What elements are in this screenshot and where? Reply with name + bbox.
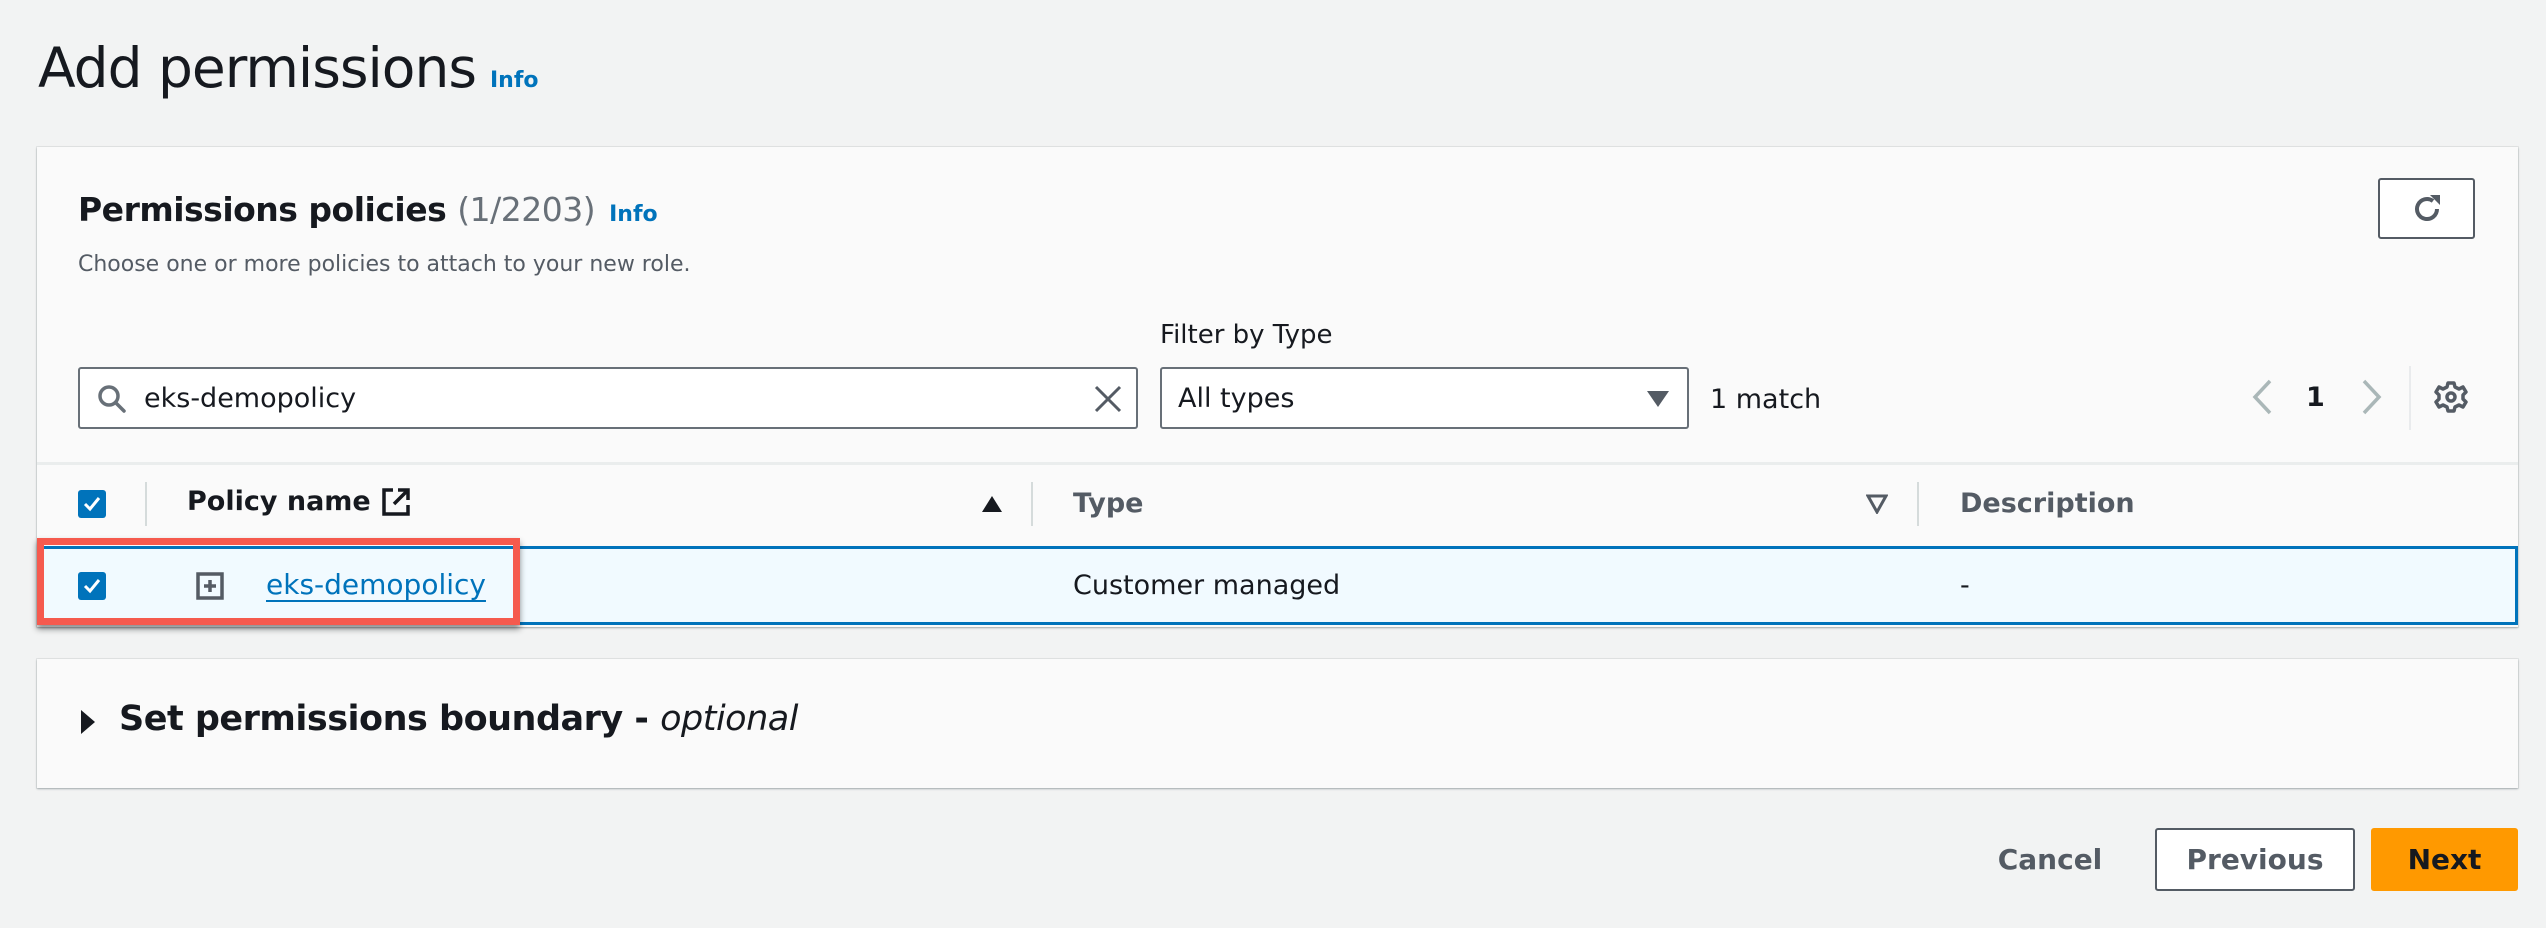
column-header-type[interactable]: Type (1073, 488, 1143, 519)
panel-info-link[interactable]: Info (609, 202, 658, 227)
column-resize-handle[interactable] (1917, 482, 1919, 526)
column-header-policy-name[interactable]: Policy name (187, 486, 411, 517)
filter-by-type-label: Filter by Type (1160, 320, 1333, 350)
column-label: Policy name (187, 486, 371, 517)
highlight-annotation (37, 538, 520, 625)
column-resize-handle[interactable] (1031, 482, 1033, 526)
filter-type-value: All types (1178, 383, 1295, 414)
previous-page-icon[interactable] (2250, 378, 2274, 416)
next-page-icon[interactable] (2360, 378, 2384, 416)
panel-title-text: Permissions policies (78, 190, 447, 229)
sort-ascending-icon[interactable] (982, 496, 1002, 512)
sort-unsorted-icon[interactable] (1866, 494, 1888, 514)
column-divider (145, 482, 147, 526)
cancel-button[interactable]: Cancel (1998, 828, 2103, 891)
gear-icon[interactable] (2434, 380, 2468, 414)
page-info-link[interactable]: Info (490, 68, 539, 93)
next-button[interactable]: Next (2371, 828, 2518, 891)
refresh-button[interactable] (2378, 178, 2475, 239)
page-title: Add permissions Info (38, 36, 539, 100)
panel-title: Permissions policies (1/2203) Info (78, 190, 658, 229)
pager-divider (2409, 366, 2411, 430)
checkmark-icon (83, 497, 101, 512)
caret-down-icon (1647, 391, 1669, 407)
permissions-boundary-section[interactable]: Set permissions boundary - optional (37, 659, 2518, 788)
filter-type-select[interactable]: All types (1160, 367, 1689, 429)
caret-right-icon (81, 710, 95, 734)
external-link-icon (382, 487, 410, 516)
match-count: 1 match (1710, 384, 1822, 415)
clear-search-icon[interactable] (1092, 383, 1124, 415)
current-page-number[interactable]: 1 (2306, 382, 2325, 413)
selection-count: (1/2203) (457, 190, 596, 229)
search-field[interactable] (78, 367, 1138, 429)
refresh-icon (2414, 194, 2440, 221)
boundary-section-title: Set permissions boundary - optional (119, 699, 798, 739)
search-input[interactable] (144, 369, 1044, 427)
policy-type: Customer managed (1073, 570, 1341, 601)
previous-button[interactable]: Previous (2155, 828, 2355, 891)
page-title-text: Add permissions (38, 36, 477, 100)
policy-description: - (1960, 570, 1970, 601)
select-all-checkbox[interactable] (78, 490, 106, 518)
column-header-description: Description (1960, 488, 2135, 519)
panel-description: Choose one or more policies to attach to… (78, 252, 691, 277)
table-top-divider (37, 462, 2518, 465)
search-icon (98, 385, 126, 413)
